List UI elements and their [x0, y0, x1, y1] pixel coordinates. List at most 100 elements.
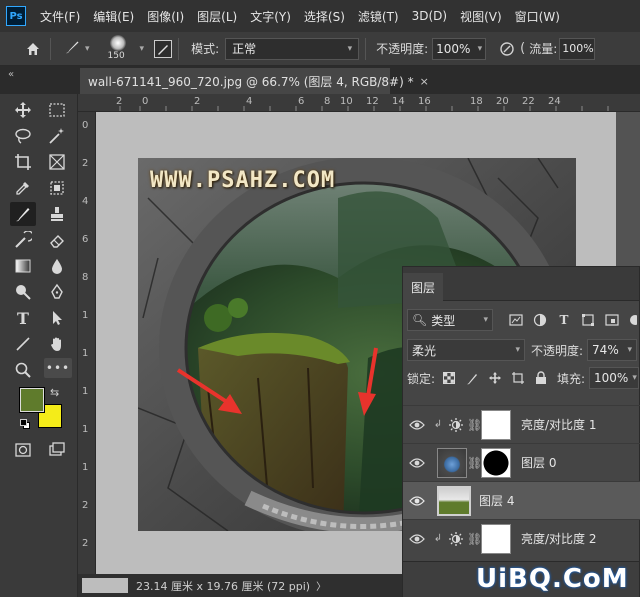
menu-edit[interactable]: 编辑(E) — [93, 8, 134, 25]
layer-row[interactable]: ↲ ⛓︎ 亮度/对比度 1 — [403, 405, 640, 443]
foreground-color-swatch[interactable] — [19, 387, 45, 413]
zoom-tool-icon[interactable] — [10, 358, 36, 382]
layer-filter-value: 类型 — [431, 313, 456, 328]
default-colors-icon[interactable] — [20, 419, 30, 429]
dodge-tool-icon[interactable] — [10, 280, 36, 304]
horizontal-ruler[interactable]: 2 0 2 4 6 8 10 12 14 16 18 20 22 24 — [78, 94, 640, 112]
hand-tool-icon[interactable] — [44, 332, 70, 356]
blur-tool-icon[interactable] — [44, 254, 70, 278]
ruler-label: 4 — [246, 96, 253, 107]
layer-mask-thumbnail[interactable] — [481, 447, 511, 478]
menu-image[interactable]: 图像(I) — [147, 8, 184, 25]
menu-layer[interactable]: 图层(L) — [197, 8, 237, 25]
move-tool-icon[interactable] — [10, 98, 36, 122]
more-tools-icon[interactable]: ••• — [44, 358, 72, 378]
brush-size-preview[interactable]: 150 — [102, 34, 136, 64]
layer-thumbnail[interactable] — [437, 485, 471, 516]
brush-panel-toggle-icon[interactable] — [154, 39, 173, 58]
pen-tool-icon[interactable] — [44, 280, 70, 304]
lasso-tool-icon[interactable] — [10, 124, 36, 148]
magic-wand-tool-icon[interactable] — [44, 124, 70, 148]
blend-mode-select[interactable]: 柔光 ▾ — [407, 339, 525, 361]
eye-icon[interactable] — [403, 533, 431, 545]
eye-icon[interactable] — [403, 457, 431, 469]
eye-icon[interactable] — [403, 419, 431, 431]
lock-position-icon[interactable] — [487, 369, 504, 387]
eye-icon[interactable] — [403, 495, 431, 507]
lock-all-icon[interactable] — [532, 369, 549, 387]
tab-layers[interactable]: 图层 — [403, 273, 444, 301]
layer-mask-thumbnail[interactable] — [481, 523, 511, 554]
vertical-ruler[interactable]: 0 2 4 6 8 1 1 1 1 1 2 2 — [78, 112, 96, 574]
brush-tool-icon[interactable] — [10, 202, 36, 226]
lock-label: 锁定: — [407, 371, 436, 386]
close-icon[interactable]: × — [420, 75, 429, 88]
opacity-field[interactable]: 100% ▾ — [432, 37, 487, 60]
clone-stamp-tool-icon[interactable] — [44, 202, 70, 226]
ruler-label: 2 — [194, 96, 201, 107]
flow-field[interactable]: 100% — [559, 37, 596, 60]
layer-opacity-field[interactable]: 74% ▾ — [587, 339, 638, 361]
layer-name[interactable]: 亮度/对比度 1 — [521, 416, 597, 433]
frame-tool-icon[interactable] — [44, 150, 70, 174]
layer-name[interactable]: 亮度/对比度 2 — [521, 530, 597, 547]
layer-thumbnail[interactable] — [437, 447, 467, 478]
lock-pixels-icon[interactable] — [464, 369, 481, 387]
filter-toggle-icon[interactable] — [627, 311, 637, 329]
swap-colors-icon[interactable]: ⇆ — [50, 386, 59, 399]
marquee-tool-icon[interactable] — [44, 98, 70, 122]
menu-window[interactable]: 窗口(W) — [515, 8, 560, 25]
path-selection-tool-icon[interactable] — [44, 306, 70, 330]
link-icon[interactable]: ⛓︎ — [467, 532, 482, 546]
menu-filter[interactable]: 滤镜(T) — [358, 8, 399, 25]
link-icon[interactable]: ⛓︎ — [467, 456, 482, 470]
status-menu-icon[interactable]: 〉 — [316, 578, 326, 593]
menu-3d[interactable]: 3D(D) — [412, 9, 447, 23]
eraser-tool-icon[interactable] — [44, 228, 70, 252]
zoom-level-field[interactable] — [82, 578, 128, 593]
ruler-label: 1 — [82, 386, 89, 397]
chevron-down-icon[interactable]: ▾ — [136, 44, 145, 54]
collapse-panels-icon[interactable]: « — [8, 69, 14, 80]
layer-mask-thumbnail[interactable] — [481, 409, 511, 440]
layer-filter-select[interactable]: 🔍︎ 类型 ▾ — [407, 309, 493, 331]
filter-shape-icon[interactable] — [579, 311, 597, 329]
layer-name[interactable]: 图层 0 — [521, 454, 556, 471]
home-icon[interactable] — [22, 41, 44, 57]
crop-tool-icon[interactable] — [10, 150, 36, 174]
link-icon[interactable]: ⛓︎ — [467, 418, 482, 432]
layer-row[interactable]: ⛓︎ 图层 0 — [403, 443, 640, 481]
lock-transparency-icon[interactable] — [441, 369, 458, 387]
menu-select[interactable]: 选择(S) — [304, 8, 345, 25]
object-selection-tool-icon[interactable] — [44, 176, 70, 200]
menu-view[interactable]: 视图(V) — [460, 8, 502, 25]
layer-name[interactable]: 图层 4 — [479, 492, 514, 509]
mode-select[interactable]: 正常 ▾ — [225, 37, 360, 60]
filter-pixel-icon[interactable] — [507, 311, 525, 329]
brush-preset-picker[interactable]: ▾ — [63, 38, 90, 59]
filter-smart-object-icon[interactable] — [603, 311, 621, 329]
menu-file[interactable]: 文件(F) — [40, 8, 80, 25]
flow-value: 100% — [562, 42, 594, 55]
ruler-label: 6 — [82, 234, 89, 245]
airbrush-icon[interactable]: ( — [520, 41, 525, 56]
document-tab[interactable]: wall-671141_960_720.jpg @ 66.7% (图层 4, R… — [80, 68, 429, 94]
quick-mask-icon[interactable] — [10, 438, 36, 462]
eyedropper-tool-icon[interactable] — [10, 176, 36, 200]
layer-row[interactable]: ↲ ⛓︎ 亮度/对比度 2 — [403, 519, 640, 557]
type-tool-icon[interactable]: T — [10, 306, 36, 330]
fill-field[interactable]: 100% ▾ — [589, 367, 639, 389]
layer-row-selected[interactable]: 图层 4 — [403, 481, 640, 519]
line-tool-icon[interactable] — [10, 332, 36, 356]
pressure-opacity-icon[interactable] — [498, 41, 516, 57]
screen-mode-icon[interactable] — [44, 438, 70, 462]
filter-adjustment-icon[interactable] — [531, 311, 549, 329]
chevron-down-icon: ▾ — [85, 43, 90, 54]
layers-panel-header: 图层 — [403, 267, 639, 301]
fill-label: 填充: — [556, 371, 585, 386]
history-brush-tool-icon[interactable] — [10, 228, 36, 252]
lock-artboard-icon[interactable] — [509, 369, 526, 387]
filter-type-icon[interactable]: T — [555, 311, 573, 329]
menu-type[interactable]: 文字(Y) — [250, 8, 291, 25]
gradient-tool-icon[interactable] — [10, 254, 36, 278]
